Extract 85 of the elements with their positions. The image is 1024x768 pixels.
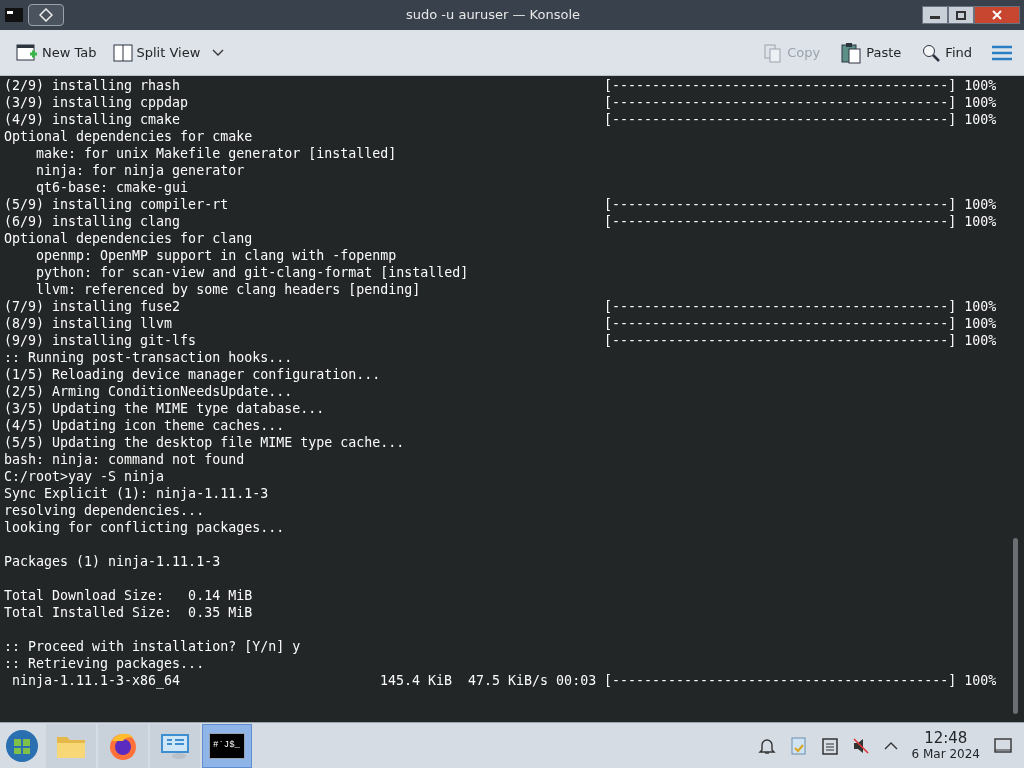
terminal-line: (4/9) installing cmake bbox=[4, 112, 181, 127]
percent-text: 100% bbox=[964, 213, 997, 230]
taskbar-app[interactable] bbox=[98, 723, 148, 768]
terminal-line: ninja-1.11.1-3-x86_64 bbox=[11, 673, 181, 688]
terminal-line: resolving dependencies... bbox=[4, 503, 205, 518]
terminal-line: (4/5) Updating icon theme caches... bbox=[4, 418, 285, 433]
menu-icon[interactable] bbox=[992, 44, 1012, 61]
progress-bar-text: [------------------------------------------] bbox=[604, 111, 957, 128]
terminal-line: ninja: for ninja generator bbox=[35, 163, 245, 178]
terminal-line: (2/9) installing rhash bbox=[4, 78, 181, 93]
terminal-line: Sync Explicit (1): ninja-1.11.1-3 bbox=[4, 486, 269, 501]
percent-text: 100% bbox=[964, 315, 997, 332]
progress-bar-text: [------------------------------------------] bbox=[604, 332, 957, 349]
terminal-line: :: Running post-transaction hooks... bbox=[4, 350, 293, 365]
bell-icon[interactable] bbox=[757, 736, 776, 755]
speaker-muted-icon[interactable] bbox=[851, 736, 870, 755]
terminal-line: make: for unix Makefile generator [installed] bbox=[35, 146, 397, 161]
progress-bar-text: [------------------------------------------] bbox=[604, 213, 957, 230]
paste-button[interactable]: Paste bbox=[836, 41, 906, 64]
terminal-line: Optional dependencies for cmake bbox=[4, 129, 253, 144]
terminal-line: (3/9) installing cppdap bbox=[4, 95, 189, 110]
percent-text: 100% bbox=[964, 672, 997, 689]
terminal-line: (2/5) Arming ConditionNeedsUpdate... bbox=[4, 384, 293, 399]
terminal-line: (6/9) installing clang bbox=[4, 214, 181, 229]
window-title: sudo -u auruser — Konsole bbox=[406, 6, 580, 25]
split-view-icon bbox=[112, 42, 133, 63]
scrollbar-thumb[interactable] bbox=[1013, 538, 1018, 714]
terminal-line: Optional dependencies for clang bbox=[4, 231, 253, 246]
maximize-button[interactable] bbox=[948, 6, 974, 24]
terminal-icon: #`J$_ bbox=[209, 732, 245, 759]
terminal-line: (1/5) Reloading device manager configuration... bbox=[4, 367, 381, 382]
minimize-icon bbox=[930, 16, 940, 19]
minimize-button[interactable] bbox=[922, 6, 948, 24]
terminal-line: llvm: referenced by some clang headers [pending] bbox=[35, 282, 421, 297]
progress-bar-text: [------------------------------------------] bbox=[604, 315, 957, 332]
window-menu-button[interactable] bbox=[28, 4, 64, 26]
progress-bar-text: [------------------------------------------] bbox=[604, 672, 957, 689]
percent-text: 100% bbox=[964, 298, 997, 315]
terminal-line: (3/5) Updating the MIME type database... bbox=[4, 401, 325, 416]
find-button[interactable]: Find bbox=[917, 42, 976, 63]
terminal-line: qt6-base: cmake-gui bbox=[35, 180, 189, 195]
start-orb-icon bbox=[5, 728, 39, 763]
show-desktop-icon[interactable] bbox=[994, 737, 1012, 754]
percent-text: 100% bbox=[964, 77, 997, 94]
split-view-button[interactable]: Split View bbox=[108, 42, 205, 63]
new-tab-icon bbox=[16, 41, 38, 64]
percent-text: 100% bbox=[964, 111, 997, 128]
maximize-icon bbox=[956, 10, 966, 20]
taskbar-app[interactable] bbox=[150, 723, 200, 768]
clipboard-icon bbox=[840, 41, 863, 64]
terminal-line: :: Proceed with installation? [Y/n] y bbox=[4, 639, 301, 654]
download-stats: 145.4 KiB 47.5 KiB/s 00:03 bbox=[380, 673, 597, 688]
terminal-line: (5/9) installing compiler-rt bbox=[4, 197, 229, 212]
search-icon bbox=[921, 42, 942, 63]
terminal-line: (5/5) Updating the desktop file MIME type cache... bbox=[4, 435, 405, 450]
diamond-icon bbox=[39, 8, 53, 22]
terminal-line: looking for conflicting packages... bbox=[4, 520, 285, 535]
chevron-down-icon[interactable] bbox=[212, 48, 225, 57]
copy-icon bbox=[763, 42, 784, 63]
terminal-line: bash: ninja: command not found bbox=[4, 452, 245, 467]
clipboard-icon[interactable] bbox=[821, 736, 838, 755]
terminal-line: :: Retrieving packages... bbox=[4, 656, 205, 671]
terminal-line: python: for scan-view and git-clang-format [installed] bbox=[35, 265, 469, 280]
close-button[interactable] bbox=[974, 6, 1020, 24]
terminal-line: Total Download Size: 0.14 MiB bbox=[4, 588, 253, 603]
terminal-line: Packages (1) ninja-1.11.1-3 bbox=[4, 554, 221, 569]
progress-bar-text: [------------------------------------------] bbox=[604, 298, 957, 315]
progress-bar-text: [------------------------------------------] bbox=[604, 94, 957, 111]
new-tab-button[interactable]: New Tab bbox=[12, 41, 101, 64]
terminal-line: (8/9) installing llvm bbox=[4, 316, 173, 331]
chevron-up-icon[interactable] bbox=[883, 740, 898, 751]
clock[interactable]: 12:48 6 Mar 2024 bbox=[911, 728, 980, 763]
percent-text: 100% bbox=[964, 94, 997, 111]
close-icon bbox=[992, 10, 1002, 20]
taskbar-app[interactable]: #`J$_ bbox=[202, 723, 252, 768]
percent-text: 100% bbox=[964, 196, 997, 213]
terminal-app-icon bbox=[4, 5, 24, 25]
progress-bar-text: [------------------------------------------] bbox=[604, 77, 957, 94]
terminal-line: Total Installed Size: 0.35 MiB bbox=[4, 605, 253, 620]
terminal-line: (7/9) installing fuse2 bbox=[4, 299, 181, 314]
terminal-line: C:/root>yay -S ninja bbox=[4, 469, 165, 484]
progress-bar-text: [------------------------------------------] bbox=[604, 196, 957, 213]
terminal-line: (9/9) installing git-lfs bbox=[4, 333, 197, 348]
terminal-line: openmp: OpenMP support in clang with -fopenmp bbox=[35, 248, 397, 263]
percent-text: 100% bbox=[964, 332, 997, 349]
